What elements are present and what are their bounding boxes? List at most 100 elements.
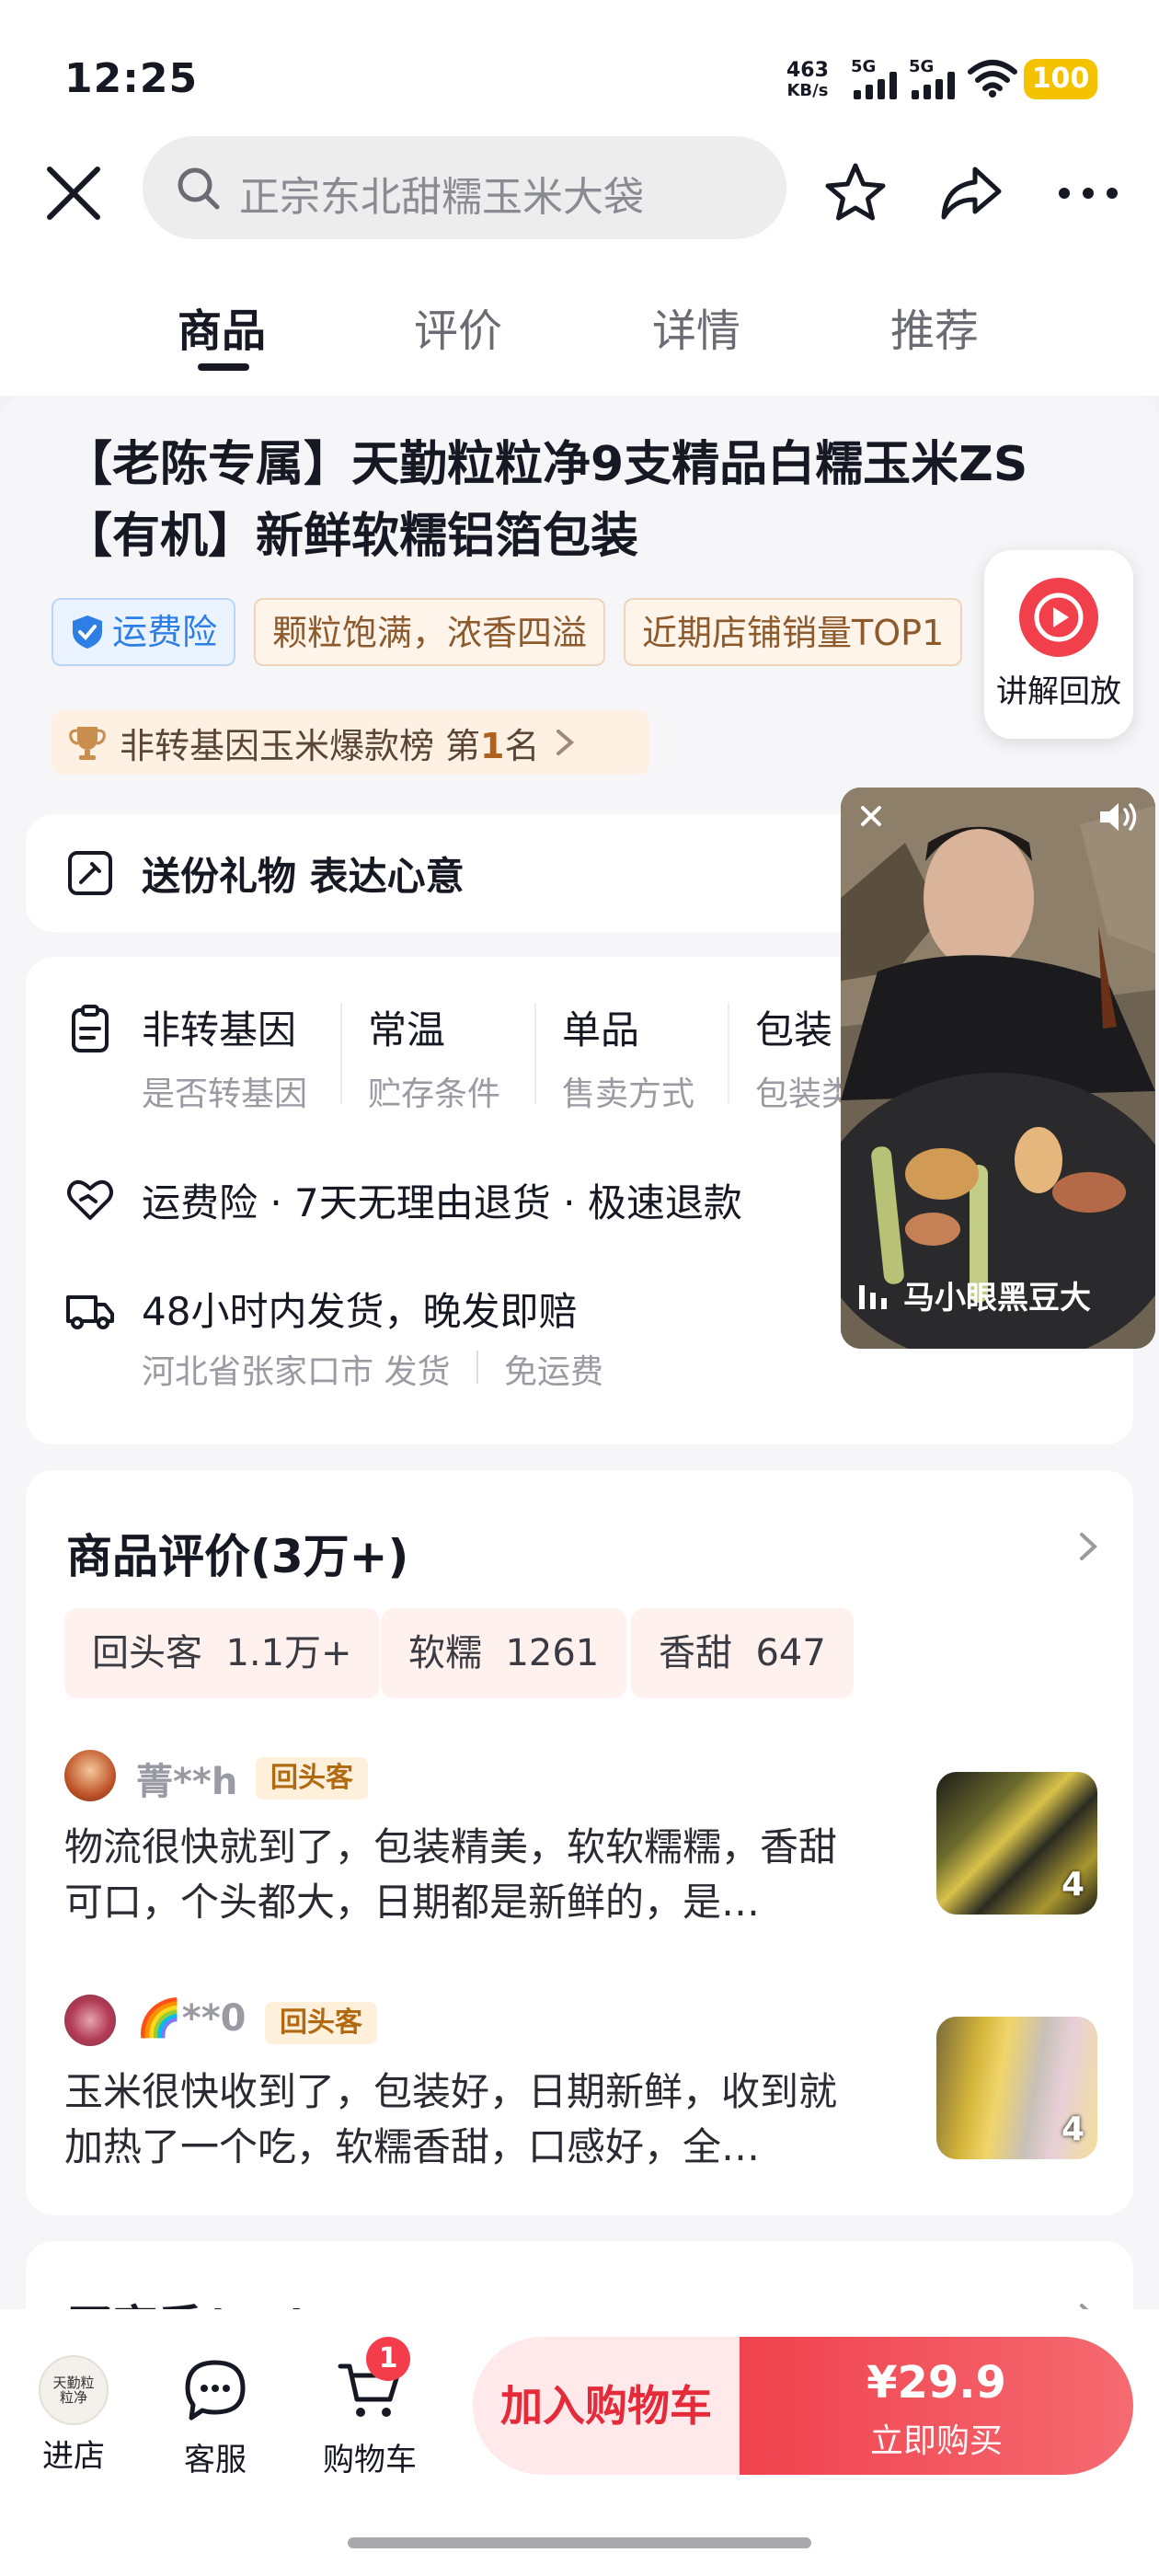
avatar[interactable] [64, 1995, 116, 2046]
divider [340, 1003, 342, 1104]
photo-count: 4 [1061, 2110, 1084, 2148]
customer-service-button[interactable]: 客服 [160, 2355, 270, 2479]
battery-indicator: 100 [1024, 59, 1097, 99]
attr-gmo-label: 是否转基因 [142, 1075, 308, 1113]
review-chip-returning[interactable]: 回头客 1.1万+ [64, 1608, 380, 1698]
shipping-promise[interactable]: 48小时内发货，晚发即赔 [142, 1281, 577, 1337]
live-bars-icon [859, 1284, 887, 1309]
divider [728, 1003, 729, 1104]
share-icon[interactable] [935, 156, 1008, 230]
service-guarantees[interactable]: 运费险 · 7天无理由退货 · 极速退款 [142, 1172, 742, 1228]
avatar[interactable] [64, 1750, 116, 1801]
reviewer-name: 🌈**0 [136, 1997, 247, 2040]
ranking-position: 第1名 [445, 718, 539, 768]
buyer-show-card[interactable]: 买家秀(11) [26, 2241, 1133, 2309]
chat-bubble-icon [185, 2360, 246, 2421]
shipping-origin: 河北省张家口市 发货 [142, 1353, 451, 1391]
review-text[interactable]: 玉米很快收到了，包装好，日期新鲜，收到就加热了一个吃，软糯香甜，口感好，全… [64, 2064, 874, 2175]
shipping-fee: 免运费 [504, 1353, 604, 1391]
cart-label: 购物车 [323, 2442, 417, 2478]
customer-service-label: 客服 [184, 2442, 247, 2478]
price: ¥29.9 [866, 2357, 1006, 2409]
ranking-word-pre: 第 [445, 725, 481, 766]
explain-replay-button[interactable]: 讲解回放 [984, 550, 1133, 739]
store-button[interactable]: 天勤粒粒净 进店 [18, 2355, 129, 2476]
returning-customer-badge: 回头客 [256, 1757, 368, 1800]
chevron-right-icon [556, 730, 574, 755]
returning-customer-badge: 回头客 [265, 2002, 377, 2044]
review-chip-soft[interactable]: 软糯 1261 [381, 1608, 627, 1698]
network-speed: 463 KB/s [786, 61, 829, 101]
home-indicator[interactable] [348, 2537, 811, 2548]
signal-bars-2-icon [912, 64, 955, 99]
buy-now-label: 立即购买 [869, 2422, 1003, 2460]
gift-label: 送份礼物 表达心意 [142, 854, 465, 899]
attr-storage-label: 贮存条件 [368, 1075, 501, 1113]
product-page: 12:25 463 KB/s 5G 5G 100 正宗东北甜糯玉米大袋 商品 评… [0, 0, 1159, 2576]
tag-feature: 颗粒饱满，浓香四溢 [254, 598, 606, 666]
clipboard-icon [72, 1005, 109, 1052]
tag-shipping-insurance[interactable]: 运费险 [52, 598, 236, 666]
tag-sales-rank: 近期店铺销量TOP1 [624, 598, 963, 666]
review-photo[interactable]: 4 [936, 1772, 1097, 1915]
active-tab-indicator [198, 363, 249, 371]
cart-count-badge: 1 [366, 2337, 410, 2381]
top-nav: 正宗东北甜糯玉米大袋 [0, 129, 1159, 248]
tab-recommend[interactable]: 推荐 [890, 294, 979, 359]
favorite-star-icon[interactable] [819, 156, 892, 230]
trophy-icon [69, 727, 106, 760]
divider [534, 1003, 536, 1104]
volume-icon[interactable] [1096, 799, 1142, 835]
video-caption: 马小眼黑豆大 [857, 1272, 1091, 1317]
attr-pack-value: 包装 [755, 1007, 833, 1052]
product-title: 【老陈专属】天勤粒粒净9支精品白糯玉米ZS【有机】新鲜软糯铝箔包装 [64, 437, 1028, 564]
search-placeholder: 正宗东北甜糯玉米大袋 [239, 174, 644, 221]
review-chip-sweet[interactable]: 香甜 647 [631, 1608, 854, 1698]
live-video-window[interactable]: 马小眼黑豆大 [841, 788, 1155, 1349]
video-caption-text: 马小眼黑豆大 [903, 1280, 1091, 1317]
product-tags: 运费险 颗粒饱满，浓香四溢 近期店铺销量TOP1 [52, 598, 963, 668]
chip-label: 回头客 [92, 1632, 202, 1674]
more-options-icon[interactable] [1051, 156, 1125, 230]
chevron-right-icon[interactable] [1073, 1524, 1106, 1570]
status-bar: 12:25 463 KB/s 5G 5G 100 [0, 0, 1159, 138]
close-icon[interactable] [855, 800, 887, 832]
wifi-icon [968, 60, 1017, 98]
network-speed-unit: KB/s [786, 81, 829, 100]
tab-product[interactable]: 商品 [178, 294, 266, 359]
truck-icon [66, 1295, 114, 1329]
gift-edit-icon [68, 851, 112, 895]
chip-label: 香甜 [659, 1632, 732, 1674]
chip-label: 软糯 [408, 1632, 482, 1674]
review-photo[interactable]: 4 [936, 2017, 1097, 2159]
signal-bars-1-icon [854, 64, 897, 99]
reviewer-name: 菁**h [136, 1761, 238, 1803]
replay-icon [1019, 578, 1098, 657]
search-input[interactable]: 正宗东北甜糯玉米大袋 [143, 136, 786, 239]
buy-now-button[interactable]: ¥29.9 立即购买 [740, 2337, 1133, 2475]
shield-check-icon [73, 615, 102, 649]
review-text[interactable]: 物流很快就到了，包装精美，软软糯糯，香甜可口，个头都大，日期都是新鲜的，是… [64, 1820, 874, 1930]
close-icon[interactable] [37, 156, 110, 230]
chevron-right-icon [1080, 2304, 1089, 2309]
video-frame-image [841, 788, 1155, 1349]
cart-button[interactable]: 购物车 [315, 2355, 425, 2479]
add-to-cart-button[interactable]: 加入购物车 [473, 2337, 740, 2475]
ranking-word-post: 名 [504, 725, 540, 766]
attr-storage-value: 常温 [368, 1007, 446, 1052]
network-speed-value: 463 [786, 59, 829, 82]
tab-reviews[interactable]: 评价 [414, 294, 502, 359]
ranking-list-name: 非转基因玉米爆款榜 [120, 725, 435, 766]
search-icon [178, 167, 220, 210]
tab-bar: 商品 评价 详情 推荐 [0, 248, 1159, 396]
reviews-title[interactable]: 商品评价(3万+) [66, 1520, 408, 1586]
store-logo: 天勤粒粒净 [39, 2355, 109, 2425]
divider [476, 1351, 478, 1384]
ranking-number: 1 [480, 725, 505, 766]
store-label: 进店 [42, 2438, 105, 2475]
chip-count: 647 [755, 1632, 826, 1674]
tab-details[interactable]: 详情 [652, 294, 740, 359]
ranking-banner[interactable]: 非转基因玉米爆款榜 第1名 [52, 710, 649, 775]
tag-label: 运费险 [112, 612, 218, 652]
status-time: 12:25 [64, 55, 199, 102]
